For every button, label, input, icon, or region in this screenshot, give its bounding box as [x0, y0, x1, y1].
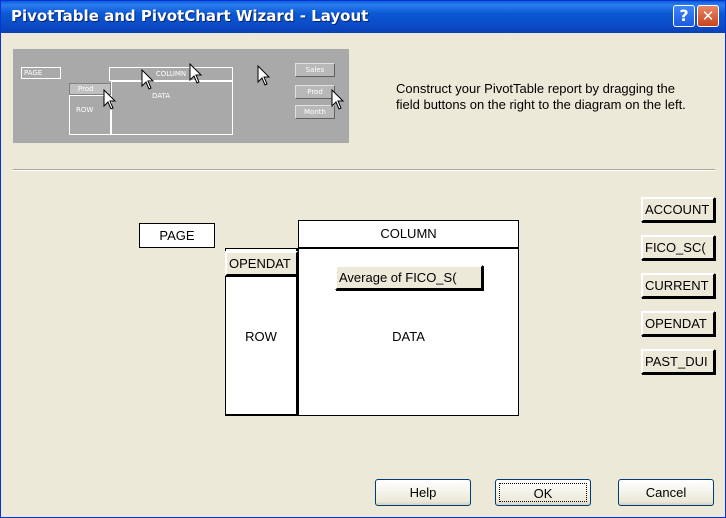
preview-field-button: Sales	[295, 63, 335, 77]
preview-column-area: COLUMN	[109, 67, 233, 81]
cancel-button[interactable]: Cancel	[618, 479, 714, 506]
column-area-label: COLUMN	[380, 226, 437, 241]
preview-field-button: Month	[295, 105, 335, 119]
field-button-current[interactable]: CURRENT	[641, 273, 715, 298]
field-button-account[interactable]: ACCOUNT	[641, 197, 715, 222]
cursor-arrow-icon	[257, 65, 271, 86]
page-area-label: PAGE	[159, 228, 195, 243]
cursor-arrow-icon	[103, 89, 117, 110]
window-title: PivotTable and PivotChart Wizard - Layou…	[11, 7, 369, 25]
instructions-text: Construct your PivotTable report by drag…	[396, 81, 686, 112]
wizard-window: PivotTable and PivotChart Wizard - Layou…	[0, 0, 726, 518]
cursor-arrow-icon	[141, 69, 155, 90]
data-area-label: DATA	[392, 329, 425, 344]
row-area-label: ROW	[245, 329, 277, 344]
title-bar[interactable]: PivotTable and PivotChart Wizard - Layou…	[1, 1, 725, 33]
preview-data-area: DATA	[111, 81, 233, 135]
page-drop-area[interactable]: PAGE	[139, 223, 215, 248]
help-title-button[interactable]: ?	[673, 5, 695, 27]
ok-button-label: OK	[499, 483, 587, 502]
field-button-past-due[interactable]: PAST_DUI	[641, 349, 715, 374]
field-button-fico-score[interactable]: FICO_SC(	[641, 235, 715, 260]
data-field-average-fico-button[interactable]: Average of FICO_S(	[335, 265, 483, 290]
ok-button[interactable]: OK	[495, 479, 591, 506]
help-button[interactable]: Help	[375, 479, 471, 506]
layout-preview-image: PAGE COLUMN Prod ROW DATA Sales Prod Mon…	[13, 49, 349, 143]
row-field-opendat-button[interactable]: OPENDAT	[225, 251, 298, 276]
preview-field-button: Prod	[295, 85, 335, 99]
separator-line	[13, 169, 715, 171]
column-drop-area[interactable]: COLUMN	[298, 220, 519, 248]
cursor-arrow-icon	[189, 63, 203, 84]
preview-page-area: PAGE	[21, 67, 61, 79]
field-button-opendat[interactable]: OPENDAT	[641, 311, 715, 336]
cursor-arrow-icon	[331, 89, 345, 110]
close-button[interactable]: ✕	[697, 5, 719, 27]
